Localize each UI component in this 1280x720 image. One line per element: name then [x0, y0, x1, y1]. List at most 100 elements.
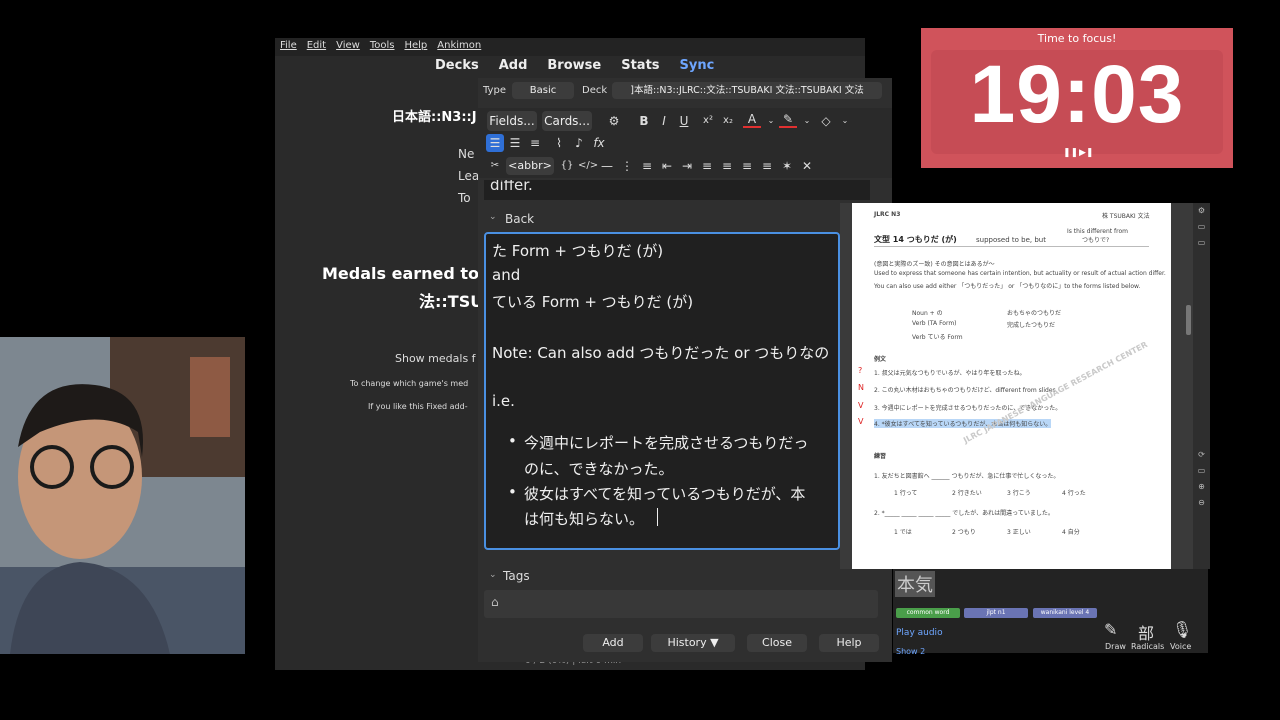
bullet-2-line-1: 彼女はすべてを知っているつもりだが、本	[524, 485, 806, 503]
align-right-icon[interactable]: ≡	[738, 157, 756, 175]
menu-tools[interactable]: Tools	[365, 38, 400, 53]
medals-heading-2: 法::TSU	[419, 292, 484, 311]
pdf-tool-icon[interactable]: ▭	[1193, 219, 1210, 235]
nav-stats[interactable]: Stats	[621, 58, 659, 73]
webcam-image	[0, 337, 245, 654]
nav-sync[interactable]: Sync	[680, 58, 715, 73]
highlight-icon[interactable]: ✎	[779, 110, 797, 128]
align-icon[interactable]: ≡	[526, 134, 544, 152]
help-button[interactable]: Help	[819, 634, 879, 652]
play-audio-link[interactable]: Play audio	[896, 628, 943, 638]
bullet-2-line-2: は何も知らない。	[524, 510, 645, 528]
mic-icon[interactable]: ♪	[570, 134, 588, 152]
pdf-tool-icon[interactable]: ⚙	[1193, 203, 1210, 219]
subscript-icon[interactable]: x₂	[719, 112, 737, 130]
bullet-icon: •	[508, 432, 517, 450]
bold-icon[interactable]: B	[635, 112, 653, 130]
menu-help[interactable]: Help	[399, 38, 432, 53]
pdf-form-1: Noun + の	[912, 310, 943, 317]
webcam-feed	[0, 337, 245, 654]
fields-button[interactable]: Fields...	[487, 111, 537, 131]
nav-browse[interactable]: Browse	[547, 58, 601, 73]
microphone-icon[interactable]: 🎙	[1172, 620, 1192, 639]
pdf-mark-1: ?	[858, 366, 863, 375]
outdent-icon[interactable]: ⇤	[658, 157, 676, 175]
menu-view[interactable]: View	[331, 38, 365, 53]
chevron-down-icon-3[interactable]: ⌄	[836, 112, 854, 130]
draw-icon[interactable]: ✎	[1104, 620, 1117, 639]
menu-file[interactable]: File	[275, 38, 302, 53]
list-icon[interactable]: ⋮	[618, 157, 636, 175]
chevron-down-icon-2[interactable]: ⌄	[798, 112, 816, 130]
pdf-example-2: 2. この丸い木材はおもちゃのつもりだけど、different from sli…	[874, 387, 1056, 394]
numbered-list-icon[interactable]: ☰	[506, 134, 524, 152]
nav-add[interactable]: Add	[499, 58, 528, 73]
bullet-1-line-1: 今週中にレポートを完成させるつもりだっ	[524, 434, 809, 452]
deck-title: 日本語::N3::J	[392, 110, 477, 125]
bullet-icon-2: •	[508, 483, 517, 501]
pdf-practice-1-opt-2: 2 行きたい	[952, 490, 982, 497]
pdf-tool-icon[interactable]: ▭	[1193, 235, 1210, 251]
clear-icon[interactable]: ✕	[798, 157, 816, 175]
pdf-jp-heading: (意図と実際のズー致) その意図とはあるが～	[874, 261, 995, 268]
justify-icon[interactable]: ≡	[758, 157, 776, 175]
pdf-title: 文型 14 つもりだ (が)	[874, 235, 957, 244]
type-label: Type	[483, 85, 506, 96]
tag-icon: ⌂	[491, 595, 499, 609]
type-selector[interactable]: Basic	[512, 82, 574, 99]
tag-jlpt: jlpt n1	[964, 608, 1028, 618]
align-left-icon[interactable]: ≡	[718, 157, 736, 175]
zoom-out-icon[interactable]: ⊖	[1193, 495, 1210, 511]
pdf-practice-1-opt-4: 4 行った	[1062, 490, 1086, 497]
pdf-desc-1: Used to express that someone has certain…	[874, 270, 1166, 277]
code-icon[interactable]: </>	[578, 157, 598, 175]
chevron-down-icon[interactable]: ⌄	[762, 112, 780, 130]
pause-icon[interactable]: ❚❚	[1063, 148, 1078, 158]
format-icon[interactable]: ✂	[486, 157, 504, 175]
pdf-scrollbar[interactable]	[1186, 305, 1191, 335]
ordered-list-icon[interactable]: ≡	[638, 157, 656, 175]
attach-icon[interactable]: ⌇	[550, 134, 568, 152]
pdf-note: Is this different from	[1067, 228, 1129, 235]
stat-review: To	[458, 191, 471, 205]
bullet-list-icon[interactable]: ☰	[486, 134, 504, 152]
pdf-tool-icon[interactable]: ▭	[1193, 463, 1210, 479]
zoom-in-icon[interactable]: ⊕	[1193, 479, 1210, 495]
braces-icon[interactable]: {}	[558, 157, 576, 175]
align-center-icon[interactable]: ≡	[698, 157, 716, 175]
pdf-form-3: Verb ている Form	[912, 334, 963, 341]
cards-button[interactable]: Cards...	[542, 111, 592, 131]
eraser-icon[interactable]: ◇	[817, 112, 835, 130]
timer-time: 19:03	[969, 49, 1185, 140]
sparkle-icon[interactable]: ✶	[778, 157, 796, 175]
gear-icon[interactable]: ⚙	[605, 112, 623, 130]
text-color-icon[interactable]: A	[743, 110, 761, 128]
indent-icon[interactable]: ⇥	[678, 157, 696, 175]
italic-icon[interactable]: I	[655, 112, 673, 130]
superscript-icon[interactable]: x²	[699, 112, 717, 130]
pdf-practice-2-opt-4: 4 自分	[1062, 529, 1080, 536]
pdf-practice-2: 2. *_____ _____ _____ _____ でしたが、あれは間違って…	[874, 510, 1054, 517]
add-button[interactable]: Add	[583, 634, 643, 652]
menu-ankimon[interactable]: Ankimon	[432, 38, 486, 53]
collapse-icon[interactable]: ⌄	[489, 212, 497, 222]
show-2-link[interactable]: Show 2	[896, 647, 925, 656]
deck-selector[interactable]: ]本語::N3::JLRC::文法::TSUBAKI 文法::TSUBAKI 文…	[612, 82, 882, 99]
pdf-tool-icon[interactable]: ⟳	[1193, 447, 1210, 463]
back-field-editor[interactable]: た Form + つもりだ (が) and ている Form + つもりだ (が…	[484, 232, 840, 550]
close-button[interactable]: Close	[747, 634, 807, 652]
tags-input[interactable]: ⌂	[484, 590, 878, 618]
skip-icon[interactable]: ▶❚	[1079, 148, 1093, 158]
history-button[interactable]: History ▼	[651, 634, 735, 652]
front-field[interactable]: differ.	[484, 180, 870, 200]
hr-icon[interactable]: —	[598, 157, 616, 175]
abbr-button[interactable]: <abbr>	[506, 157, 554, 175]
pdf-mark-2: N	[858, 383, 864, 392]
nav-decks[interactable]: Decks	[435, 58, 479, 73]
radicals-icon[interactable]: 部	[1138, 620, 1154, 644]
function-icon[interactable]: fx	[590, 134, 608, 152]
back-line-5: Note: Can also add つもりだった or つもりなの	[492, 344, 830, 362]
collapse-icon-2[interactable]: ⌄	[489, 570, 497, 580]
underline-icon[interactable]: U	[675, 112, 693, 130]
menu-edit[interactable]: Edit	[302, 38, 331, 53]
